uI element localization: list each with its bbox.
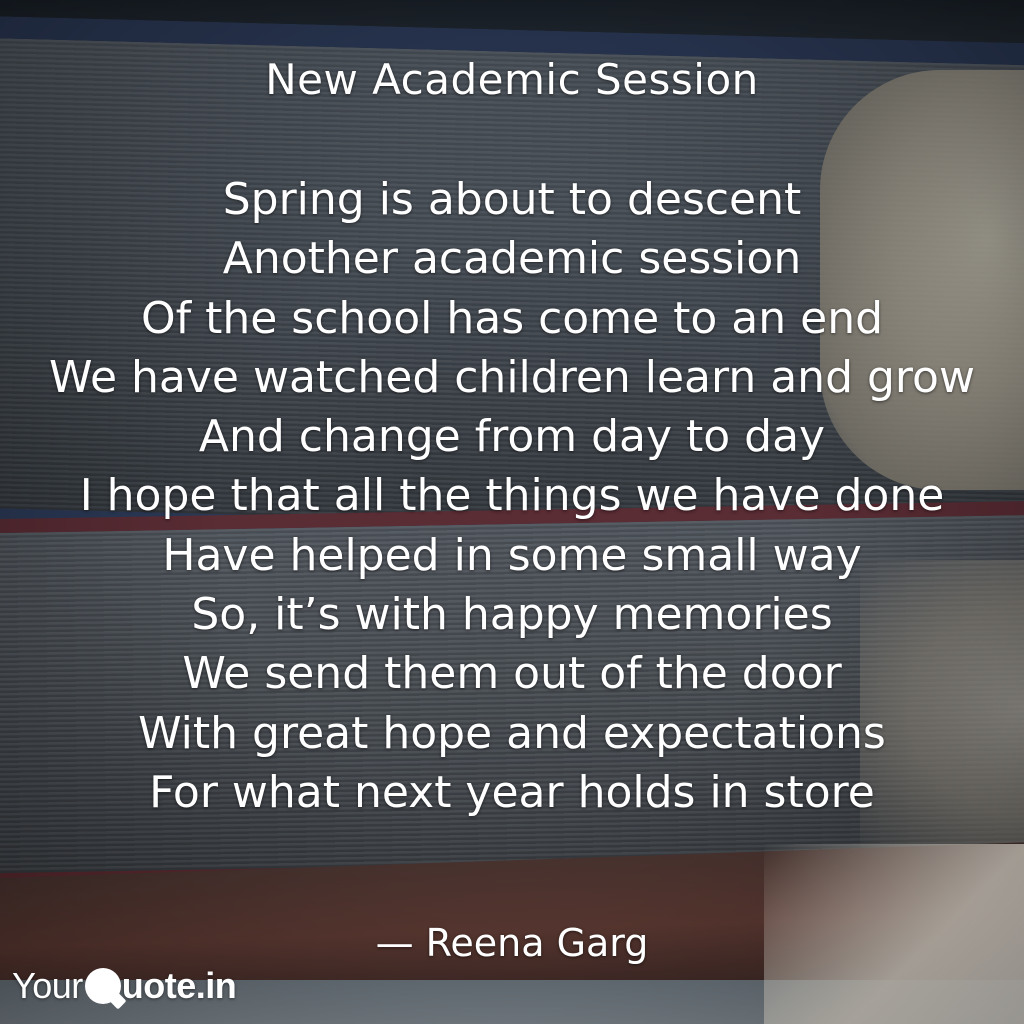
poem-line: Another academic session: [222, 233, 802, 285]
poem-line: Of the school has come to an end: [140, 292, 884, 344]
poem-lines: Spring is about to descent Another acade…: [0, 170, 1024, 822]
quote-bubble-icon: [84, 968, 121, 1004]
poem-line: For what next year holds in store: [149, 766, 875, 818]
logo-prefix: Your: [12, 965, 83, 1006]
poem-line: Spring is about to descent: [222, 174, 802, 225]
yourquote-logo: Your uote.in: [12, 958, 237, 1014]
poem-title: New Academic Session: [265, 55, 759, 104]
poem-line: We have watched children learn and grow: [49, 351, 975, 403]
poem-line: I hope that all the things we have done: [79, 470, 945, 522]
poem-line: With great hope and expectations: [138, 707, 886, 759]
poem-line: And change from day to day: [198, 411, 826, 463]
logo-suffix: uote.in: [121, 965, 237, 1006]
poem-line: So, it’s with happy memories: [191, 589, 833, 641]
poem-line: Have helped in some small way: [162, 529, 862, 581]
poem-overlay: New Academic Session Spring is about to …: [0, 0, 1024, 1024]
poem-line: We send them out of the door: [182, 648, 842, 700]
